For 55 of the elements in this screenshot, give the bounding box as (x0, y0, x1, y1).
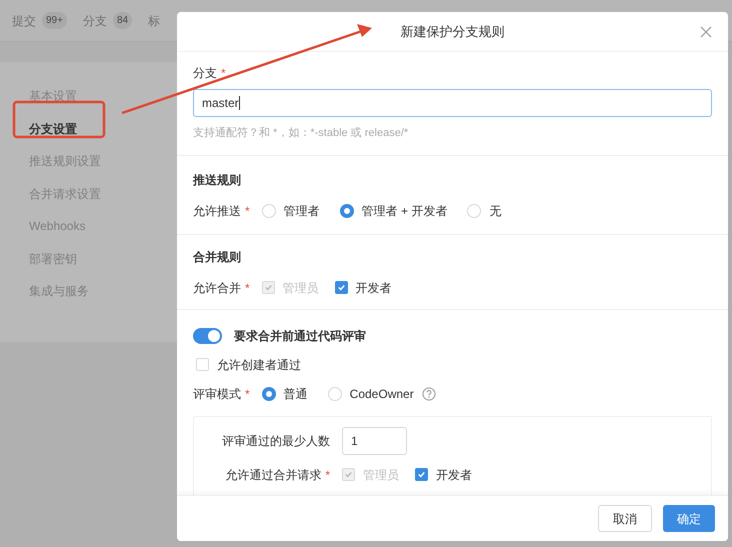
check-icon (264, 283, 273, 292)
branch-input[interactable]: master (193, 89, 712, 117)
toggle-switch[interactable] (193, 328, 222, 344)
repo-tab[interactable]: 分支 (82, 12, 107, 30)
check-icon (417, 470, 426, 479)
checkbox-label: 开发者 (356, 280, 392, 296)
checkbox-label: 允许创建者通过 (217, 356, 301, 374)
field-label: 评审模式 (193, 386, 241, 402)
checkbox-label: 开发者 (436, 466, 472, 484)
checkbox-label: 管理员 (363, 466, 399, 484)
field-label: 分支 (193, 65, 217, 82)
field-label: 允许通过合并请求 (225, 466, 322, 484)
radio-button[interactable] (262, 386, 276, 400)
required-mark: * (221, 65, 226, 82)
repo-tab[interactable]: 标 (148, 12, 160, 30)
checkbox[interactable] (415, 468, 428, 481)
checkbox[interactable] (334, 281, 348, 294)
field-label: 允许推送 (193, 202, 241, 220)
toggle-label: 要求合并前通过代码评审 (234, 328, 366, 344)
field-label: 允许合并 (193, 280, 241, 296)
field-label: 评审通过的最少人数 (222, 432, 330, 450)
sidebar-item[interactable]: Webhooks (29, 217, 86, 236)
hint-text: 支持通配符？和 *，如：*-stable 或 release/* (193, 126, 410, 141)
section-title: 合并规则 (193, 248, 242, 266)
radio-label: 管理者 + 开发者 (362, 202, 448, 220)
close-icon (700, 26, 712, 38)
sidebar-item[interactable]: 部署密钥 (29, 250, 77, 268)
close-button[interactable] (698, 24, 714, 40)
check-icon (344, 470, 353, 479)
radio-label: 管理者 (284, 202, 320, 220)
radio-label: 无 (489, 202, 502, 220)
required-mark: * (245, 386, 250, 402)
sidebar-item[interactable]: 集成与服务 (29, 282, 89, 300)
sidebar-item[interactable]: 基本设置 (29, 87, 77, 106)
confirm-button[interactable]: 确定 (663, 505, 715, 532)
checkbox[interactable] (196, 358, 209, 371)
sidebar-item[interactable]: 分支设置 (29, 120, 77, 138)
radio-label: 普通 (284, 386, 308, 402)
dialog-title: 新建保护分支规则 (400, 22, 504, 41)
section-title: 推送规则 (193, 172, 242, 188)
count-badge: 99+ (42, 12, 67, 29)
sidebar-item[interactable]: 合并请求设置 (29, 184, 101, 203)
checkbox-label: 管理员 (282, 280, 319, 296)
sidebar-item[interactable]: 推送规则设置 (29, 152, 101, 170)
radio-label: CodeOwner (350, 386, 414, 402)
radio-button[interactable] (340, 204, 354, 218)
cancel-button[interactable]: 取消 (598, 505, 652, 532)
count-badge: 84 (112, 12, 132, 29)
required-mark: * (325, 466, 330, 484)
repo-tab[interactable]: 提交 (12, 12, 36, 30)
check-icon (336, 283, 346, 292)
required-mark: * (245, 202, 250, 220)
required-mark: * (245, 280, 250, 296)
help-icon[interactable] (422, 386, 436, 400)
min-reviewers-input[interactable]: 1 (342, 426, 407, 454)
